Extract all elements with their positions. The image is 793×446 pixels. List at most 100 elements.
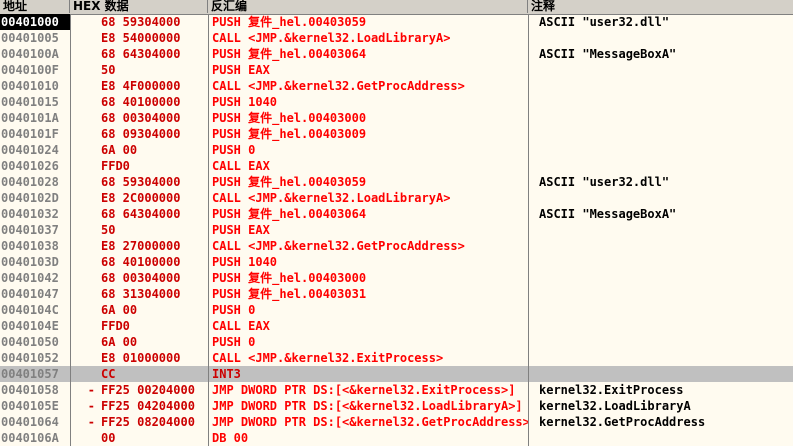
address-cell: 00401064: [1, 415, 59, 429]
table-row[interactable]: 0040106A 00 DB 00: [0, 430, 793, 446]
hex-cell: E8 2C000000: [70, 190, 208, 206]
table-row[interactable]: 00401000 68 59304000 PUSH 复件_hel.00403059 A…: [0, 14, 793, 30]
address-cell: 00401010: [1, 79, 59, 93]
table-row[interactable]: 0040102D E8 2C000000 CALL <JMP.&kernel32.L…: [0, 190, 793, 206]
disassembly-cell: PUSH 复件_hel.00403064: [208, 206, 528, 222]
disassembly-cell: CALL EAX: [208, 318, 528, 334]
comment-cell: [528, 190, 793, 206]
disassembly-cell: CALL <JMP.&kernel32.LoadLibraryA>: [208, 30, 528, 46]
hex-bytes: 50: [101, 63, 116, 77]
hex-cell: 6A 00: [70, 142, 208, 158]
table-row[interactable]: 00401064 - FF25 08204000 JMP DWORD PTR DS:[…: [0, 414, 793, 430]
table-row[interactable]: 0040100A 68 64304000 PUSH 复件_hel.00403064 A…: [0, 46, 793, 62]
hex-bytes: 6A 00: [101, 335, 138, 349]
hex-bytes: 68 00304000: [101, 271, 181, 285]
hex-bytes: CC: [101, 367, 116, 381]
comment-cell: kernel32.LoadLibraryA: [528, 398, 793, 414]
address-cell: 00401026: [1, 159, 59, 173]
hex-cell: 68 00304000: [70, 110, 208, 126]
address-cell: 0040103D: [1, 255, 59, 269]
hex-bytes: 6A 00: [101, 143, 138, 157]
table-row[interactable]: 00401015 68 40100000 PUSH 1040: [0, 94, 793, 110]
table-row[interactable]: 00401042 68 00304000 PUSH 复件_hel.00403000: [0, 270, 793, 286]
hex-bytes: 50: [101, 223, 116, 237]
address-cell: 00401058: [1, 383, 59, 397]
disassembly-cell: CALL <JMP.&kernel32.GetProcAddress>: [208, 238, 528, 254]
disassembly-cell: DB 00: [208, 430, 528, 446]
column-header-hex[interactable]: HEX 数据: [70, 0, 208, 13]
hex-bytes: 6A 00: [101, 303, 138, 317]
address-cell: 00401057: [1, 367, 59, 381]
address-cell: 00401015: [1, 95, 59, 109]
table-row[interactable]: 00401047 68 31304000 PUSH 复件_hel.00403031: [0, 286, 793, 302]
comment-cell: [528, 94, 793, 110]
disassembly-listing[interactable]: 00401000 68 59304000 PUSH 复件_hel.00403059 A…: [0, 14, 793, 446]
table-row[interactable]: 00401026 FFD0 CALL EAX: [0, 158, 793, 174]
address-cell: 00401038: [1, 239, 59, 253]
disassembly-cell: PUSH 1040: [208, 254, 528, 270]
comment-cell: [528, 222, 793, 238]
table-row[interactable]: 00401024 6A 00 PUSH 0: [0, 142, 793, 158]
hex-bytes: FFD0: [101, 159, 130, 173]
table-row[interactable]: 0040105E - FF25 04204000 JMP DWORD PTR DS:[…: [0, 398, 793, 414]
hex-bytes: 68 40100000: [101, 255, 181, 269]
hex-cell: 68 59304000: [70, 174, 208, 190]
disassembly-cell: JMP DWORD PTR DS:[<&kernel32.GetProcAddr…: [208, 414, 528, 430]
address-cell: 00401037: [1, 223, 59, 237]
disassembly-cell: CALL <JMP.&kernel32.ExitProcess>: [208, 350, 528, 366]
disassembly-cell: PUSH 复件_hel.00403059: [208, 174, 528, 190]
address-cell: 00401042: [1, 271, 59, 285]
hex-cell: - FF25 08204000: [70, 414, 208, 430]
disassembly-cell: PUSH 复件_hel.00403064: [208, 46, 528, 62]
hex-cell: 68 09304000: [70, 126, 208, 142]
comment-cell: [528, 270, 793, 286]
disassembly-cell: PUSH EAX: [208, 62, 528, 78]
table-row[interactable]: 00401052 E8 01000000 CALL <JMP.&kernel32.E…: [0, 350, 793, 366]
hex-cell: 68 00304000: [70, 270, 208, 286]
hex-bytes: FF25 04204000: [101, 399, 195, 413]
hex-bytes: E8 4F000000: [101, 79, 181, 93]
table-row[interactable]: 00401010 E8 4F000000 CALL <JMP.&kernel32.G…: [0, 78, 793, 94]
table-row[interactable]: 0040103D 68 40100000 PUSH 1040: [0, 254, 793, 270]
hex-bytes: 68 00304000: [101, 111, 181, 125]
hex-bytes: FF25 00204000: [101, 383, 195, 397]
hex-bytes: 68 59304000: [101, 175, 181, 189]
hex-cell: 68 64304000: [70, 206, 208, 222]
disassembly-cell: JMP DWORD PTR DS:[<&kernel32.LoadLibrary…: [208, 398, 528, 414]
address-cell: 00401047: [1, 287, 59, 301]
table-row[interactable]: 0040104C 6A 00 PUSH 0: [0, 302, 793, 318]
hex-cell: 68 40100000: [70, 254, 208, 270]
comment-cell: ASCII "MessageBoxA": [528, 46, 793, 62]
table-row[interactable]: 0040100F 50 PUSH EAX: [0, 62, 793, 78]
table-row[interactable]: 00401028 68 59304000 PUSH 复件_hel.00403059 A…: [0, 174, 793, 190]
hex-bytes: 68 40100000: [101, 95, 181, 109]
comment-cell: [528, 318, 793, 334]
table-row[interactable]: 00401037 50 PUSH EAX: [0, 222, 793, 238]
address-cell: 0040104E: [1, 319, 59, 333]
hex-cell: FFD0: [70, 158, 208, 174]
hex-bytes: 68 64304000: [101, 47, 181, 61]
table-row[interactable]: 0040104E FFD0 CALL EAX: [0, 318, 793, 334]
table-row[interactable]: 00401050 6A 00 PUSH 0: [0, 334, 793, 350]
disassembly-cell: PUSH 复件_hel.00403000: [208, 110, 528, 126]
hex-cell: 68 31304000: [70, 286, 208, 302]
disassembly-cell: PUSH 复件_hel.00403059: [208, 14, 528, 30]
column-header-address[interactable]: 地址: [0, 0, 70, 13]
hex-cell: E8 54000000: [70, 30, 208, 46]
column-header-bar: 地址 HEX 数据 反汇编 注释: [0, 0, 793, 15]
hex-cell: 00: [70, 430, 208, 446]
table-row[interactable]: 0040101F 68 09304000 PUSH 复件_hel.00403009: [0, 126, 793, 142]
column-header-comment[interactable]: 注释: [528, 0, 793, 13]
table-row[interactable]: 00401005 E8 54000000 CALL <JMP.&kernel32.L…: [0, 30, 793, 46]
comment-cell: kernel32.GetProcAddress: [528, 414, 793, 430]
address-cell: 0040104C: [1, 303, 59, 317]
table-row[interactable]: 0040101A 68 00304000 PUSH 复件_hel.00403000: [0, 110, 793, 126]
address-cell: 0040101F: [1, 127, 59, 141]
column-header-disassembly[interactable]: 反汇编: [208, 0, 528, 13]
hex-bytes: 68 59304000: [101, 15, 181, 29]
table-row[interactable]: 00401057 CC INT3: [0, 366, 793, 382]
comment-cell: [528, 430, 793, 446]
table-row[interactable]: 00401032 68 64304000 PUSH 复件_hel.00403064 A…: [0, 206, 793, 222]
table-row[interactable]: 00401058- FF25 00204000 JMP DWORD PTR DS:[…: [0, 382, 793, 398]
table-row[interactable]: 00401038 E8 27000000 CALL <JMP.&kernel32.G…: [0, 238, 793, 254]
